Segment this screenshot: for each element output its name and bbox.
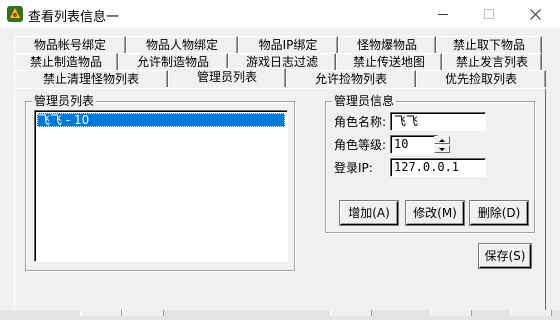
ip-field[interactable]: 127.0.0.1	[390, 158, 486, 177]
level-field[interactable]: 10	[390, 135, 438, 154]
bottom-fragment	[122, 310, 164, 316]
save-button-frame: 保存(S)	[478, 243, 532, 269]
close-icon	[529, 8, 541, 20]
name-field[interactable]: 飞飞	[390, 112, 486, 131]
save-button[interactable]: 保存(S)	[479, 244, 531, 268]
bottom-fragment	[430, 310, 472, 316]
tab-item-character-bind[interactable]: 物品人物绑定	[126, 36, 238, 53]
modify-button[interactable]: 修改(M)	[406, 201, 464, 225]
ip-label: 登录IP:	[334, 161, 373, 175]
tab-item-account-bind[interactable]: 物品帐号绑定	[14, 36, 126, 53]
tab-panel-top-edge	[14, 88, 546, 89]
name-label: 角色名称:	[334, 115, 387, 129]
bottom-fragment	[80, 310, 122, 316]
add-button-frame: 增加(A)	[339, 200, 399, 226]
tab-no-teleport-map[interactable]: 禁止传送地图	[336, 53, 442, 70]
delete-button[interactable]: 删除(D)	[470, 201, 528, 225]
window: 查看列表信息一 物品帐号绑定 物品人物绑定 物品IP绑定 怪物爆物品 禁止取下物…	[0, 0, 560, 320]
minimize-icon	[438, 13, 448, 15]
close-button[interactable]	[512, 0, 558, 28]
title-bar[interactable]: 查看列表信息一	[0, 0, 560, 28]
tab-allow-pickup[interactable]: 允许捡物列表	[286, 70, 416, 87]
admin-info-group-label: 管理员信息	[332, 94, 397, 108]
level-down-button[interactable]	[434, 145, 450, 153]
admin-list-group-label: 管理员列表	[32, 94, 97, 108]
modify-button-frame: 修改(M)	[405, 200, 465, 226]
tab-no-craft[interactable]: 禁止制造物品	[14, 53, 118, 70]
chevron-down-icon	[439, 148, 445, 151]
delete-button-frame: 删除(D)	[469, 200, 529, 226]
tab-admin-list[interactable]: 管理员列表	[168, 68, 286, 87]
maximize-icon	[484, 9, 494, 19]
bottom-fragment	[510, 310, 552, 316]
tab-item-ip-bind[interactable]: 物品IP绑定	[238, 36, 338, 53]
tab-no-chat-list[interactable]: 禁止发言列表	[442, 53, 542, 70]
level-stepper[interactable]	[434, 136, 450, 153]
tab-no-clear-monster[interactable]: 禁止清理怪物列表	[14, 70, 168, 87]
chevron-up-icon	[439, 139, 445, 142]
app-icon	[7, 6, 23, 22]
window-title: 查看列表信息一	[28, 10, 120, 25]
admin-listbox[interactable]: 飞飞 - 10	[34, 110, 288, 262]
admin-list-item[interactable]: 飞飞 - 10	[37, 113, 285, 127]
minimize-button[interactable]	[420, 0, 466, 28]
tab-priority-pickup[interactable]: 优先捡取列表	[416, 70, 546, 87]
bottom-fragment	[330, 310, 372, 316]
tab-no-unequip[interactable]: 禁止取下物品	[436, 36, 542, 53]
add-button[interactable]: 增加(A)	[340, 201, 398, 225]
level-up-button[interactable]	[434, 136, 450, 144]
bottom-edge	[0, 310, 560, 320]
maximize-button[interactable]	[466, 0, 512, 28]
tab-monster-drop[interactable]: 怪物爆物品	[338, 36, 436, 53]
level-label: 角色等级:	[334, 138, 387, 152]
